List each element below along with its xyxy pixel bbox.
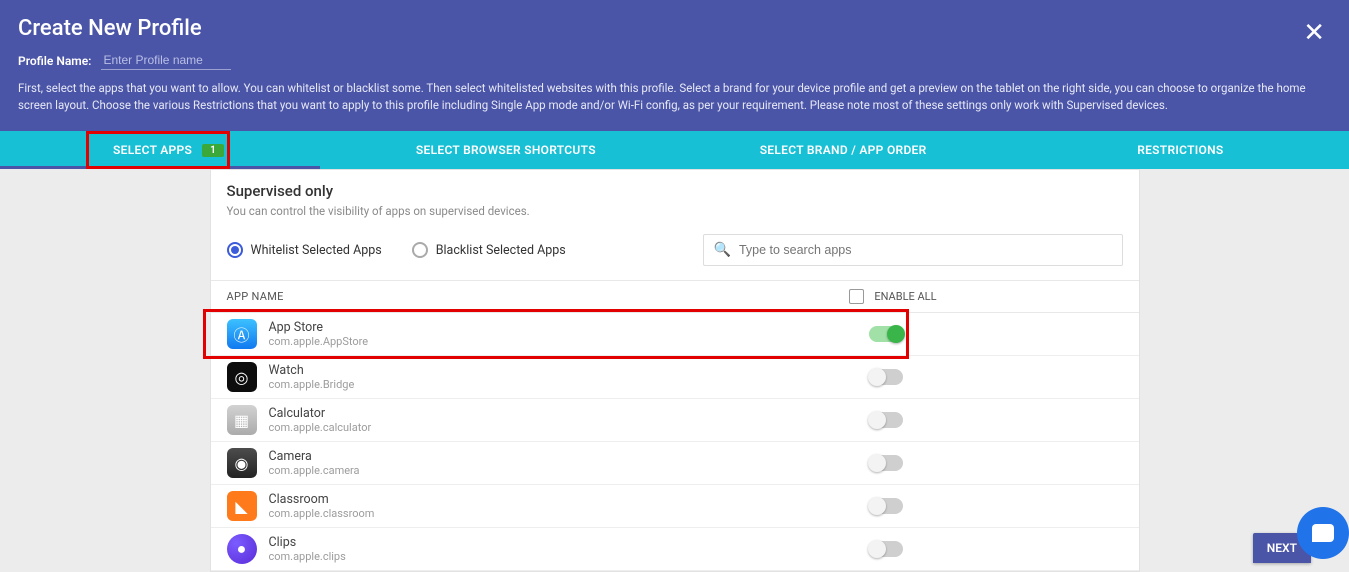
table-header: APP NAME ENABLE ALL bbox=[211, 280, 1139, 313]
app-text: Calculatorcom.apple.calculator bbox=[269, 406, 372, 434]
apps-panel: Supervised only You can control the visi… bbox=[210, 169, 1140, 572]
enable-all-checkbox[interactable] bbox=[849, 289, 864, 304]
app-rows: ⒶApp Storecom.apple.AppStore◎Watchcom.ap… bbox=[211, 313, 1139, 571]
table-row: ◣ Classroomcom.apple.classroom bbox=[211, 485, 1139, 528]
table-row: ▦ Calculatorcom.apple.calculator bbox=[211, 399, 1139, 442]
page-header: ✕ Create New Profile Profile Name: First… bbox=[0, 0, 1349, 131]
tab-label: RESTRICTIONS bbox=[1137, 143, 1223, 157]
radio-icon bbox=[412, 242, 428, 258]
app-toggle[interactable] bbox=[869, 498, 903, 514]
app-name: Camera bbox=[269, 449, 360, 464]
col-app-name: APP NAME bbox=[227, 290, 284, 303]
app-text: Cameracom.apple.camera bbox=[269, 449, 360, 477]
app-icon: Ⓐ bbox=[227, 319, 257, 349]
tab-brand-app-order[interactable]: SELECT BRAND / APP ORDER bbox=[675, 131, 1012, 169]
app-toggle[interactable] bbox=[869, 455, 903, 471]
app-name: Watch bbox=[269, 363, 355, 378]
toggle-knob bbox=[868, 368, 886, 386]
active-tab-indicator bbox=[0, 166, 320, 169]
tab-restrictions[interactable]: RESTRICTIONS bbox=[1012, 131, 1349, 169]
app-icon: ◉ bbox=[227, 448, 257, 478]
toggle-knob bbox=[868, 454, 886, 472]
app-icon: ▦ bbox=[227, 405, 257, 435]
radio-label: Whitelist Selected Apps bbox=[251, 243, 382, 258]
app-text: Classroomcom.apple.classroom bbox=[269, 492, 375, 520]
chat-icon bbox=[1312, 524, 1334, 542]
app-bundle-id: com.apple.calculator bbox=[269, 421, 372, 434]
app-name: Calculator bbox=[269, 406, 372, 421]
profile-name-input[interactable] bbox=[101, 51, 231, 70]
app-name: Classroom bbox=[269, 492, 375, 507]
radio-label: Blacklist Selected Apps bbox=[436, 243, 566, 258]
tab-badge: 1 bbox=[202, 144, 224, 157]
app-icon: ◣ bbox=[227, 491, 257, 521]
app-icon: ◎ bbox=[227, 362, 257, 392]
app-toggle[interactable] bbox=[869, 541, 903, 557]
table-row: Ⓐ App Storecom.apple.AppStore bbox=[211, 313, 1139, 356]
page-title: Create New Profile bbox=[18, 16, 1331, 41]
app-toggle[interactable] bbox=[869, 326, 903, 342]
profile-name-label: Profile Name: bbox=[18, 54, 91, 68]
table-row: ◉ Cameracom.apple.camera bbox=[211, 442, 1139, 485]
app-text: Clipscom.apple.clips bbox=[269, 535, 346, 563]
tab-label: SELECT APPS bbox=[113, 143, 192, 157]
panel-heading: Supervised only bbox=[227, 182, 1123, 200]
toggle-knob bbox=[887, 325, 905, 343]
app-bundle-id: com.apple.classroom bbox=[269, 507, 375, 520]
search-icon: 🔍 bbox=[714, 242, 731, 258]
app-name: Clips bbox=[269, 535, 346, 550]
header-description: First, select the apps that you want to … bbox=[18, 80, 1331, 113]
tab-label: SELECT BROWSER SHORTCUTS bbox=[416, 143, 596, 157]
tab-browser-shortcuts[interactable]: SELECT BROWSER SHORTCUTS bbox=[337, 131, 674, 169]
app-text: Watchcom.apple.Bridge bbox=[269, 363, 355, 391]
panel-subtext: You can control the visibility of apps o… bbox=[227, 204, 1123, 218]
radio-whitelist[interactable]: Whitelist Selected Apps bbox=[227, 242, 382, 258]
app-name: App Store bbox=[269, 320, 369, 335]
radio-icon bbox=[227, 242, 243, 258]
search-input[interactable] bbox=[739, 243, 1112, 257]
tab-label: SELECT BRAND / APP ORDER bbox=[760, 143, 927, 157]
toggle-knob bbox=[868, 411, 886, 429]
close-icon[interactable]: ✕ bbox=[1303, 18, 1325, 48]
app-bundle-id: com.apple.Bridge bbox=[269, 378, 355, 391]
wizard-tabs: SELECT APPS 1 SELECT BROWSER SHORTCUTS S… bbox=[0, 131, 1349, 169]
profile-name-row: Profile Name: bbox=[18, 51, 1331, 70]
chat-launcher[interactable] bbox=[1297, 507, 1349, 559]
app-bundle-id: com.apple.clips bbox=[269, 550, 346, 563]
app-bundle-id: com.apple.AppStore bbox=[269, 335, 369, 348]
app-toggle[interactable] bbox=[869, 369, 903, 385]
toggle-knob bbox=[868, 497, 886, 515]
table-row: ● Clipscom.apple.clips bbox=[211, 528, 1139, 571]
tab-select-apps[interactable]: SELECT APPS 1 bbox=[0, 131, 337, 169]
table-row: ◎ Watchcom.apple.Bridge bbox=[211, 356, 1139, 399]
search-field[interactable]: 🔍 bbox=[703, 234, 1123, 266]
radio-blacklist[interactable]: Blacklist Selected Apps bbox=[412, 242, 566, 258]
app-toggle[interactable] bbox=[869, 412, 903, 428]
app-text: App Storecom.apple.AppStore bbox=[269, 320, 369, 348]
app-icon: ● bbox=[227, 534, 257, 564]
toggle-knob bbox=[868, 540, 886, 558]
app-bundle-id: com.apple.camera bbox=[269, 464, 360, 477]
col-enable-all: ENABLE ALL bbox=[874, 290, 936, 303]
